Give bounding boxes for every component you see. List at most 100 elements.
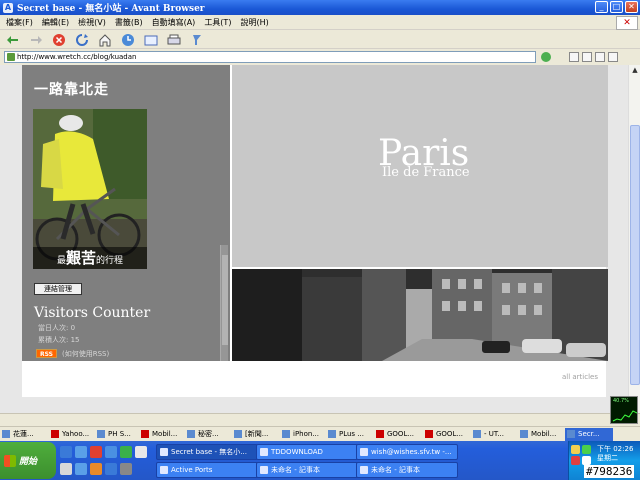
browser-tab[interactable]: PH S... (95, 428, 139, 441)
go-icon[interactable] (541, 52, 551, 62)
tab-label: PH S... (108, 430, 131, 438)
visitors-counter-title: Visitors Counter (34, 305, 151, 321)
browser-tab[interactable]: Mobil... (518, 428, 565, 441)
refresh-button[interactable] (73, 32, 91, 47)
task-label: TDDOWNLOAD (271, 448, 323, 456)
close-button[interactable]: ✕ (625, 1, 638, 13)
browser-tab[interactable]: GOOL... (423, 428, 471, 441)
ie-icon[interactable] (60, 446, 72, 458)
favorites-button[interactable] (142, 32, 160, 47)
url-input[interactable]: http://www.wretch.cc/blog/kuadan (4, 51, 536, 63)
menu-help[interactable]: 說明(H) (240, 17, 268, 28)
hero-subtitle: Ile de France (382, 165, 470, 180)
print-icon (167, 34, 181, 44)
tray-icon-4[interactable] (582, 456, 591, 465)
taskbar-button[interactable]: TDDOWNLOAD (256, 444, 358, 460)
app-icon-2[interactable] (75, 463, 87, 475)
browser-tab[interactable]: [新聞... (232, 428, 280, 441)
browser-tab[interactable]: iPhon... (280, 428, 326, 441)
page-scroll-thumb[interactable] (630, 125, 640, 385)
browser-tab[interactable]: 秘密... (185, 428, 232, 441)
sidebar-scrollbar[interactable] (220, 245, 228, 361)
home-icon (99, 33, 111, 46)
menu-view[interactable]: 檢視(V) (78, 17, 106, 28)
popup-blocker-button[interactable] (188, 32, 206, 47)
history-button[interactable] (119, 32, 137, 47)
app-icon-5[interactable] (120, 463, 132, 475)
profile-photo: 最艱苦的行程 (33, 109, 147, 269)
manage-links-button[interactable]: 連結管理 (34, 283, 82, 295)
menu-bookmarks[interactable]: 書籤(B) (115, 17, 143, 28)
status-bar (0, 413, 640, 426)
page-icon (567, 430, 575, 438)
taskbar-button[interactable]: Active Ports (156, 462, 258, 478)
page-icon (328, 430, 336, 438)
print-button[interactable] (165, 32, 183, 47)
tray-icon-3[interactable] (571, 456, 580, 465)
browser-tab[interactable]: GOOL... (374, 428, 423, 441)
stop-button[interactable] (50, 32, 68, 47)
yahoo-icon (376, 430, 384, 438)
title-bar: A Secret base - 無名小站 - Avant Browser _ □… (0, 0, 640, 15)
tray-icons (571, 445, 595, 465)
close-tab-icon[interactable] (608, 52, 618, 62)
start-button[interactable]: 開始 (0, 442, 56, 479)
browser-tab[interactable]: Yahoo... (49, 428, 95, 441)
history-icon (122, 33, 134, 46)
browser-tab[interactable]: PLus ... (326, 428, 374, 441)
browser-logo-icon: ✕ (616, 16, 638, 30)
app-icon-3[interactable] (90, 463, 102, 475)
app-icon-1[interactable] (60, 463, 72, 475)
desktop-icon[interactable] (75, 446, 87, 458)
new-tab-icon[interactable] (569, 52, 579, 62)
page-icon[interactable] (582, 52, 592, 62)
browser-tab[interactable]: - UT... (471, 428, 518, 441)
rss-help-link[interactable]: (如何使用RSS) (62, 349, 109, 359)
maximize-button[interactable]: □ (610, 1, 623, 13)
network-monitor-widget: 40.7% (610, 396, 638, 424)
page-icon (97, 430, 105, 438)
browser-tab[interactable]: Secr... (565, 427, 613, 441)
page-icon (2, 430, 10, 438)
task-app-icon (160, 466, 168, 474)
task-app-icon (160, 448, 168, 456)
opera-icon[interactable] (90, 446, 102, 458)
browser-tab[interactable]: 花蓮... (0, 428, 49, 441)
avant-browser-icon: A (3, 2, 13, 13)
window-icon[interactable] (595, 52, 605, 62)
menu-edit[interactable]: 編輯(E) (42, 17, 69, 28)
sidebar-scroll-thumb[interactable] (222, 255, 228, 345)
home-button[interactable] (96, 32, 114, 47)
menu-bar: 檔案(F) 編輯(E) 檢視(V) 書籤(B) 自動填寫(A) 工具(T) 說明… (0, 15, 640, 30)
page-scrollbar[interactable]: ▲ ▼ (628, 65, 640, 413)
blog-sidebar: 一路靠北走 最艱苦的行程 連結管理 Visitors Counter 當日人次:… (22, 65, 230, 361)
rss-badge[interactable]: RSS (36, 349, 57, 358)
minimize-button[interactable]: _ (595, 1, 608, 13)
task-app-icon (260, 466, 268, 474)
taskbar-button[interactable]: 未命名 - 記事本 (256, 462, 358, 478)
tray-clock[interactable]: 下午 02:26 星期二 (597, 445, 633, 463)
scroll-up-icon[interactable]: ▲ (630, 65, 640, 75)
menu-autofill[interactable]: 自動填寫(A) (152, 17, 196, 28)
taskbar-button[interactable]: 未命名 - 記事本 (356, 462, 458, 478)
tray-icon-2[interactable] (582, 445, 591, 454)
popup-blocker-icon (193, 34, 201, 45)
forward-button[interactable] (27, 32, 45, 47)
messenger-icon[interactable] (105, 446, 117, 458)
skype-icon[interactable] (120, 446, 132, 458)
task-label: 未命名 - 記事本 (371, 466, 420, 474)
browser-tab[interactable]: Mobil... (139, 428, 185, 441)
back-button[interactable] (4, 32, 22, 47)
app-icon-4[interactable] (105, 463, 117, 475)
taskbar-button[interactable]: wish@wishes.sfv.tw -... (356, 444, 458, 460)
task-label: 未命名 - 記事本 (271, 466, 320, 474)
all-articles-link[interactable]: all articles (562, 373, 598, 381)
tray-icon-1[interactable] (571, 445, 580, 454)
tab-label: [新聞... (245, 430, 269, 438)
menu-tools[interactable]: 工具(T) (204, 17, 231, 28)
explorer-icon[interactable] (135, 446, 147, 458)
yahoo-icon (141, 430, 149, 438)
taskbar-button[interactable]: Secret base - 無名小... (156, 444, 258, 460)
menu-file[interactable]: 檔案(F) (6, 17, 33, 28)
stop-icon (53, 33, 65, 46)
